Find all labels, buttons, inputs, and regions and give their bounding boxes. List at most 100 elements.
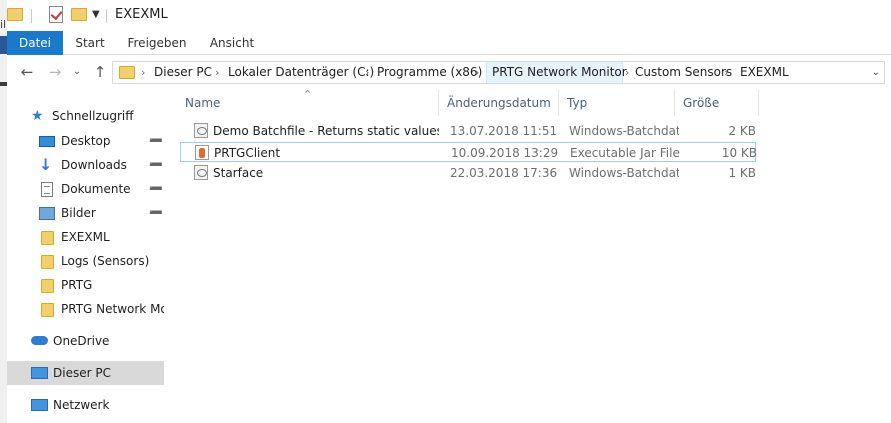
tab-view[interactable]: Ansicht — [205, 31, 259, 55]
recent-locations-chevron-icon[interactable]: ⌄ — [67, 62, 87, 82]
nav-network[interactable]: Netzwerk — [7, 393, 164, 417]
nav-label: PRTG — [61, 278, 93, 292]
nav-this-pc[interactable]: Dieser PC — [7, 361, 164, 385]
title-bar: ▼ EXEXML — [7, 0, 891, 31]
file-date: 10.09.2018 13:29 — [451, 146, 559, 160]
nav-quick-access[interactable]: ★ Schnellzugriff — [7, 104, 164, 128]
file-type: Executable Jar File — [570, 146, 680, 160]
window-folder-icon — [7, 8, 23, 21]
desktop-icon — [39, 136, 55, 147]
breadcrumb-separator-icon[interactable]: › — [625, 62, 629, 83]
nav-label: PRTG Network Mon — [61, 302, 164, 316]
nav-item-pictures[interactable]: Bilder ➖ — [7, 201, 164, 225]
cloud-icon — [31, 336, 48, 345]
nav-label: OneDrive — [53, 334, 110, 348]
nav-item-logs-sensors[interactable]: Logs (Sensors) — [7, 249, 164, 273]
breadcrumb-separator-icon[interactable]: › — [475, 62, 479, 83]
nav-label: Schnellzugriff — [52, 109, 134, 123]
folder-icon — [41, 279, 54, 293]
address-history-chevron-icon[interactable]: ⌄ — [872, 62, 880, 83]
file-name: Starface — [213, 166, 264, 180]
breadcrumb-exexml[interactable]: EXEXML — [740, 62, 789, 83]
file-size: 10 KB — [721, 146, 757, 160]
tab-file[interactable]: Datei — [7, 31, 63, 55]
background-window-line — [0, 82, 7, 86]
background-window-strip: il — [0, 0, 7, 423]
qat-customize-chevron-icon[interactable]: ▼ — [92, 9, 102, 21]
window-title: EXEXML — [115, 7, 168, 22]
breadcrumb-separator-icon[interactable]: › — [724, 62, 728, 83]
file-row[interactable]: PRTGClient 10.09.2018 13:29 Executable J… — [180, 142, 757, 162]
breadcrumb-custom-sensors[interactable]: Custom Sensors — [635, 62, 732, 83]
file-list: ⌃ Name Änderungsdatum Typ Größe Demo Bat… — [177, 88, 891, 423]
background-window-text: il — [0, 18, 7, 31]
nav-onedrive[interactable]: OneDrive — [7, 329, 164, 353]
download-arrow-icon: ↓ — [39, 155, 53, 174]
nav-label: Netzwerk — [53, 398, 110, 412]
breadcrumb-separator-icon[interactable]: › — [215, 62, 219, 83]
column-header-size[interactable]: Größe — [675, 90, 759, 116]
file-type: Windows-Batchdat... — [569, 166, 679, 180]
nav-label: Dieser PC — [53, 366, 111, 380]
nav-label: Dokumente — [61, 182, 131, 196]
address-folder-icon — [119, 66, 135, 79]
nav-label: Bilder — [61, 206, 96, 220]
pin-icon[interactable]: ➖ — [149, 129, 163, 153]
column-header-type[interactable]: Typ — [559, 90, 675, 116]
breadcrumb-separator-icon[interactable]: › — [141, 62, 145, 83]
document-icon — [41, 182, 53, 197]
breadcrumb-local-disk[interactable]: Lokaler Datenträger (C:) — [228, 62, 374, 83]
nav-label: Desktop — [61, 134, 111, 148]
explorer-window: ▼ EXEXML Datei Start Freigeben Ansicht ←… — [7, 0, 891, 423]
file-name: Demo Batchfile - Returns static values i… — [213, 124, 439, 138]
file-row[interactable]: Demo Batchfile - Returns static values i… — [180, 121, 756, 141]
breadcrumb-prtg-network-monitor[interactable]: PRTG Network Monitor — [486, 62, 627, 83]
folder-icon — [41, 303, 54, 317]
address-bar[interactable]: › Dieser PC › Lokaler Datenträger (C:) ›… — [112, 61, 885, 84]
nav-item-prtg[interactable]: PRTG — [7, 273, 164, 297]
pin-icon[interactable]: ➖ — [149, 153, 163, 177]
nav-label: Logs (Sensors) — [61, 254, 150, 268]
new-folder-icon[interactable] — [71, 8, 87, 21]
tab-share[interactable]: Freigeben — [121, 31, 193, 55]
breadcrumb-this-pc[interactable]: Dieser PC — [154, 62, 212, 83]
batch-file-icon — [194, 123, 208, 138]
tab-start[interactable]: Start — [67, 31, 113, 55]
nav-item-downloads[interactable]: ↓ Downloads ➖ — [7, 153, 164, 177]
forward-arrow-icon[interactable]: → — [45, 62, 65, 82]
column-header-name[interactable]: Name — [177, 90, 439, 116]
jar-file-icon — [195, 145, 209, 160]
back-arrow-icon[interactable]: ← — [17, 62, 37, 82]
file-size: 1 KB — [728, 166, 756, 180]
folder-icon — [41, 255, 54, 269]
computer-icon — [31, 367, 48, 379]
pin-icon[interactable]: ➖ — [149, 177, 163, 201]
pin-icon[interactable]: ➖ — [149, 201, 163, 225]
pictures-icon — [39, 207, 55, 220]
network-icon — [31, 399, 48, 411]
file-name: PRTGClient — [214, 146, 281, 160]
file-type: Windows-Batchdat... — [569, 124, 679, 138]
nav-item-documents[interactable]: Dokumente ➖ — [7, 177, 164, 201]
folder-icon — [41, 231, 54, 245]
star-icon: ★ — [31, 108, 44, 124]
navigation-pane: ★ Schnellzugriff Desktop ➖ ↓ Downloads ➖… — [7, 96, 167, 423]
nav-label: EXEXML — [61, 230, 110, 244]
breadcrumb-programs-x86[interactable]: Programme (x86) — [377, 62, 482, 83]
breadcrumb-separator-icon[interactable]: › — [365, 62, 369, 83]
nav-item-desktop[interactable]: Desktop ➖ — [7, 129, 164, 153]
nav-label: Downloads — [61, 158, 127, 172]
file-date: 22.03.2018 17:36 — [450, 166, 558, 180]
qat-separator — [31, 9, 32, 23]
background-window-bar — [0, 36, 7, 54]
file-date: 13.07.2018 11:51 — [450, 124, 558, 138]
column-header-date[interactable]: Änderungsdatum — [439, 90, 559, 116]
nav-item-exexml[interactable]: EXEXML — [7, 225, 164, 249]
batch-file-icon — [194, 165, 208, 180]
properties-icon[interactable] — [49, 6, 63, 23]
qat-separator — [106, 9, 107, 23]
nav-item-prtg-network-monitor[interactable]: PRTG Network Mon — [7, 297, 164, 321]
navigation-bar: ← → ⌄ ↑ › Dieser PC › Lokaler Datenträge… — [7, 56, 891, 90]
file-row[interactable]: Starface 22.03.2018 17:36 Windows-Batchd… — [180, 163, 756, 183]
up-arrow-icon[interactable]: ↑ — [90, 62, 110, 82]
